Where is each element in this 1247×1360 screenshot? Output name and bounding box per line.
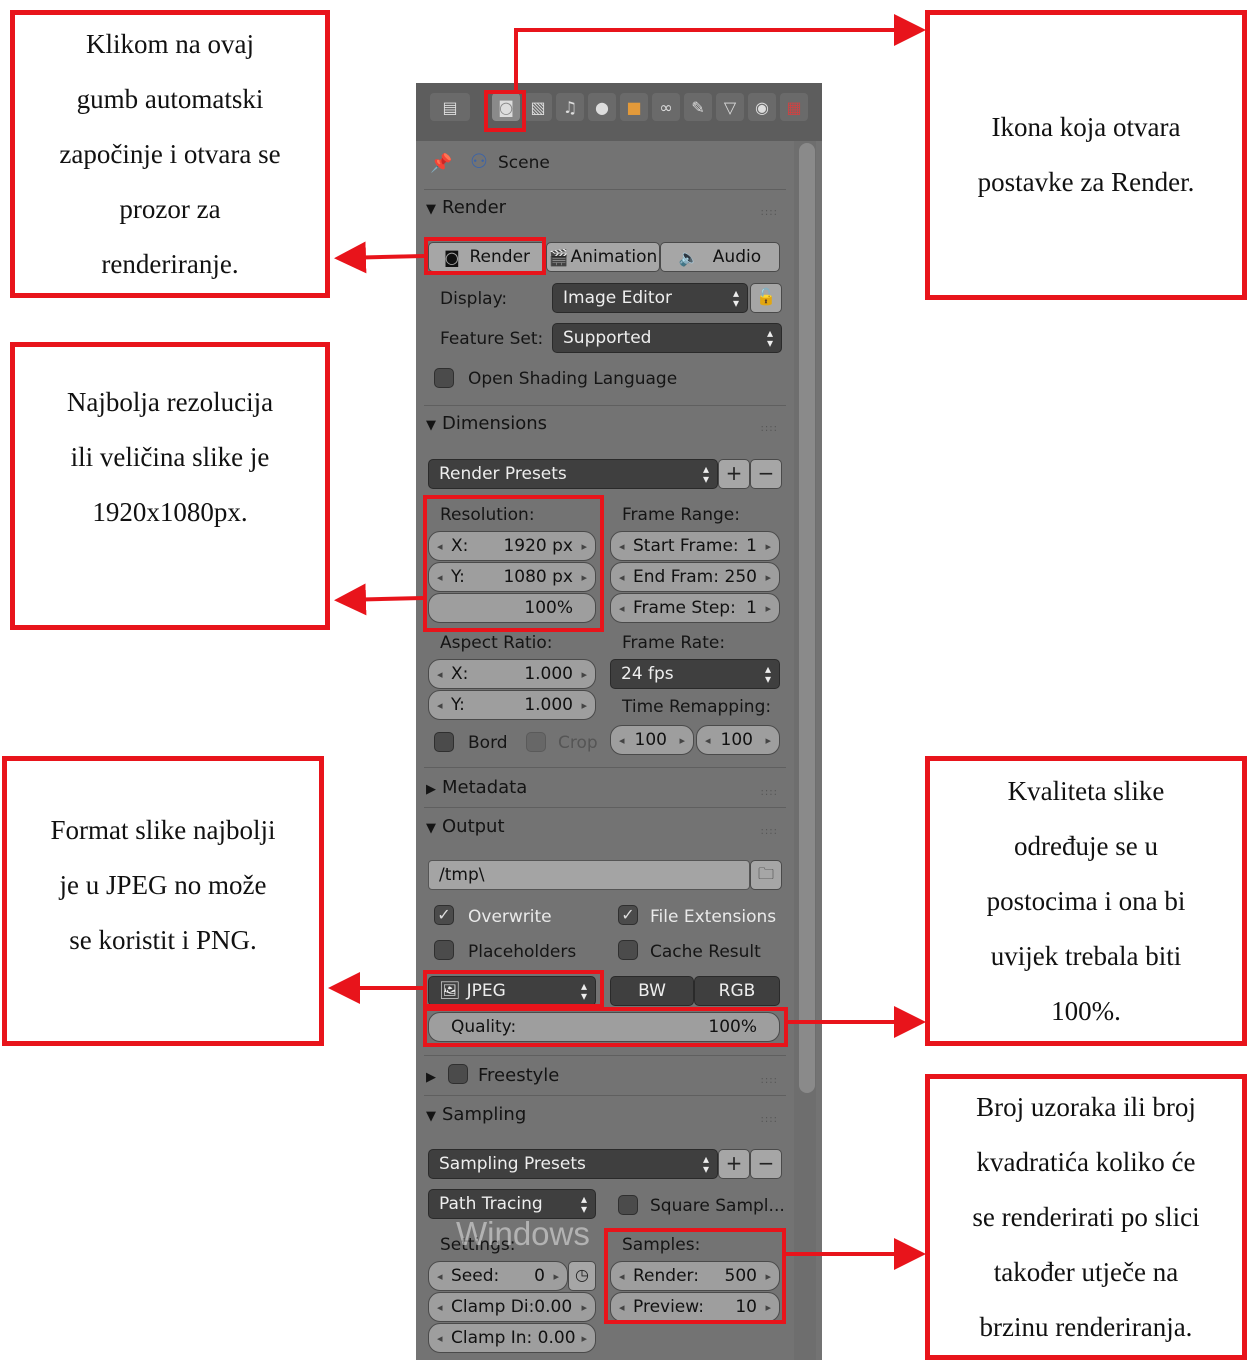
note-line: Klikom na ovaj bbox=[86, 28, 254, 59]
note-line: također utječe na bbox=[993, 1256, 1179, 1287]
note-line: se renderirati po slici bbox=[972, 1201, 1200, 1232]
note-line: je u JPEG no može bbox=[59, 870, 267, 900]
note-render-button: Klikom na ovaj gumb automatski započinje… bbox=[10, 10, 330, 298]
note-samples: Broj uzoraka ili broj kvadratića koliko … bbox=[925, 1074, 1247, 1360]
note-line: renderiranje. bbox=[101, 248, 239, 279]
arrow-to-resolution-note bbox=[334, 583, 424, 616]
note-line: određuje se u bbox=[1014, 830, 1158, 861]
note-render-icon: Ikona koja otvara postavke za Render. bbox=[925, 10, 1247, 300]
note-line: postocima i ona bi bbox=[986, 885, 1186, 916]
note-file-format: Format slike najbolji je u JPEG no može … bbox=[2, 756, 324, 1046]
arrow-to-render-button-note bbox=[334, 241, 425, 274]
note-line: Format slike najbolji bbox=[50, 815, 276, 845]
note-line: započinje i otvara se bbox=[59, 138, 281, 169]
note-line: postavke za Render. bbox=[977, 167, 1195, 197]
note-line: ili veličina slike je bbox=[70, 442, 270, 472]
note-line: 100%. bbox=[1051, 995, 1121, 1026]
note-line: brzinu renderiranja. bbox=[979, 1311, 1193, 1342]
note-line: Ikona koja otvara bbox=[991, 112, 1181, 142]
note-line: Kvaliteta slike bbox=[1007, 775, 1165, 806]
note-line: Broj uzoraka ili broj bbox=[976, 1091, 1196, 1122]
note-line: uvijek trebala biti bbox=[990, 940, 1182, 971]
note-line: 1920x1080px. bbox=[92, 497, 248, 527]
note-line: kvadratića koliko će bbox=[976, 1146, 1196, 1177]
note-quality: Kvaliteta slike određuje se u postocima … bbox=[925, 756, 1247, 1046]
note-resolution: Najbolja rezolucija ili veličina slike j… bbox=[10, 342, 330, 630]
note-line: se koristit i PNG. bbox=[69, 925, 257, 955]
note-line: gumb automatski bbox=[76, 83, 264, 114]
arrow-to-render-icon-note bbox=[514, 14, 926, 92]
note-line: Najbolja rezolucija bbox=[66, 387, 274, 417]
note-line: prozor za bbox=[119, 193, 221, 224]
